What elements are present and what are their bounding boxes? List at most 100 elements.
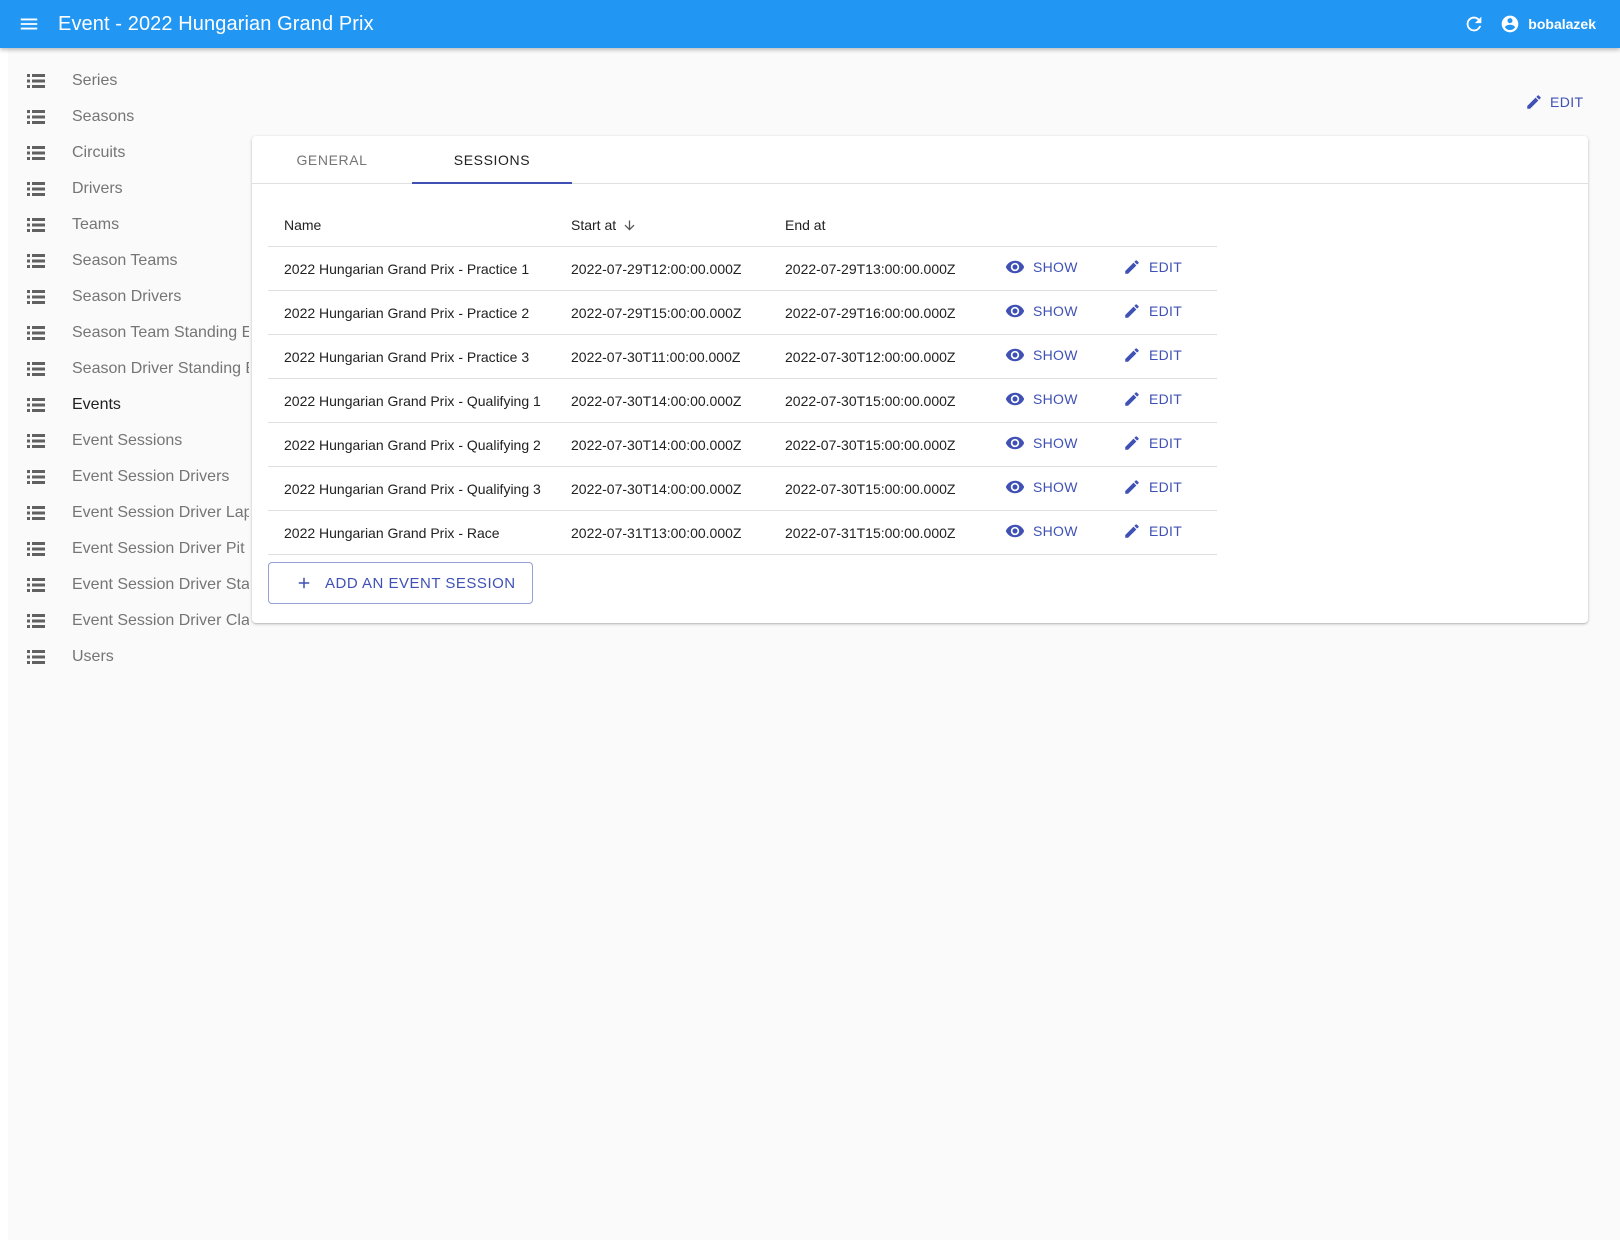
- sidebar-item-event-session-driver-pit-s[interactable]: Event Session Driver Pit S: [8, 531, 249, 567]
- header-end-at[interactable]: End at: [785, 217, 1005, 233]
- edit-label: EDIT: [1149, 259, 1183, 275]
- edit-button[interactable]: EDIT: [1123, 434, 1182, 452]
- list-icon: [8, 145, 72, 161]
- pencil-icon: [1125, 480, 1139, 494]
- sidebar-item-drivers[interactable]: Drivers: [8, 171, 249, 207]
- sidebar-item-season-drivers[interactable]: Season Drivers: [8, 279, 249, 315]
- event-card: GENERAL SESSIONS Name Start at End at 20…: [252, 136, 1588, 623]
- sidebar-item-seasons[interactable]: Seasons: [8, 99, 249, 135]
- show-button[interactable]: SHOW: [1005, 257, 1078, 277]
- show-label: SHOW: [1033, 259, 1078, 275]
- account-circle-icon: [1501, 15, 1519, 33]
- pencil-icon: [1125, 392, 1139, 406]
- sidebar-item-event-sessions[interactable]: Event Sessions: [8, 423, 249, 459]
- sidebar-item-circuits[interactable]: Circuits: [8, 135, 249, 171]
- list-icon: [8, 613, 72, 629]
- session-start: 2022-07-30T11:00:00.000Z: [571, 348, 741, 365]
- sidebar-item-events[interactable]: Events: [8, 387, 249, 423]
- sidebar-item-event-session-driver-lap[interactable]: Event Session Driver Lap: [8, 495, 249, 531]
- refresh-button[interactable]: [1460, 10, 1488, 38]
- header-name[interactable]: Name: [268, 217, 571, 233]
- session-start: 2022-07-30T14:00:00.000Z: [571, 392, 742, 409]
- sidebar-item-season-team-standing-e[interactable]: Season Team Standing E: [8, 315, 249, 351]
- eye-icon: [1005, 260, 1025, 274]
- sidebar-item-label: Events: [72, 396, 121, 413]
- session-start: 2022-07-29T12:00:00.000Z: [571, 260, 742, 277]
- edit-button[interactable]: EDIT: [1123, 390, 1182, 408]
- list-icon: [8, 649, 72, 665]
- pencil-icon: [1527, 95, 1541, 109]
- session-name: 2022 Hungarian Grand Prix - Practice 2: [284, 304, 530, 321]
- session-end: 2022-07-30T12:00:00.000Z: [785, 348, 956, 365]
- sidebar-item-label: Season Drivers: [72, 288, 182, 305]
- sidebar-item-label: Event Session Driver Lap: [72, 504, 249, 521]
- edit-button[interactable]: EDIT: [1123, 478, 1182, 496]
- list-icon: [8, 217, 72, 233]
- eye-icon: [1005, 392, 1025, 406]
- sidebar-item-event-session-driver-star[interactable]: Event Session Driver Star: [8, 567, 249, 603]
- tab-general[interactable]: GENERAL: [252, 136, 412, 184]
- eye-icon: [1005, 480, 1025, 494]
- sidebar-item-season-driver-standing-e[interactable]: Season Driver Standing E: [8, 351, 249, 387]
- show-label: SHOW: [1033, 479, 1078, 495]
- table-row[interactable]: 2022 Hungarian Grand Prix - Race 2022-07-…: [268, 511, 1217, 555]
- show-button[interactable]: SHOW: [1005, 521, 1078, 541]
- show-button[interactable]: SHOW: [1005, 345, 1078, 365]
- username: bobalazek: [1528, 16, 1596, 32]
- sidebar-item-label: Event Session Drivers: [72, 468, 230, 485]
- plus-icon: [298, 577, 310, 589]
- table-row[interactable]: 2022 Hungarian Grand Prix - Practice 2 20…: [268, 291, 1217, 335]
- show-button[interactable]: SHOW: [1005, 477, 1078, 497]
- list-icon: [8, 541, 72, 557]
- sidebar-item-series[interactable]: Series: [8, 63, 249, 99]
- show-label: SHOW: [1033, 347, 1078, 363]
- sidebar-item-event-session-driver-clas[interactable]: Event Session Driver Clas: [8, 603, 249, 639]
- session-name: 2022 Hungarian Grand Prix - Race: [284, 524, 500, 541]
- edit-button[interactable]: EDIT: [1123, 258, 1182, 276]
- edit-button[interactable]: EDIT: [1123, 522, 1182, 540]
- edit-label: EDIT: [1149, 303, 1183, 319]
- edit-label: EDIT: [1149, 523, 1183, 539]
- session-name: 2022 Hungarian Grand Prix - Practice 1: [284, 260, 530, 277]
- edit-event-button[interactable]: EDIT: [1525, 91, 1584, 113]
- session-name: 2022 Hungarian Grand Prix - Qualifying 1: [284, 392, 541, 409]
- sidebar-item-label: Event Session Driver Star: [72, 576, 249, 593]
- eye-icon: [1005, 436, 1025, 450]
- sidebar-item-teams[interactable]: Teams: [8, 207, 249, 243]
- table-row[interactable]: 2022 Hungarian Grand Prix - Practice 3 20…: [268, 335, 1217, 379]
- pencil-icon: [1125, 304, 1139, 318]
- table-row[interactable]: 2022 Hungarian Grand Prix - Qualifying 3…: [268, 467, 1217, 511]
- user-menu-button[interactable]: bobalazek: [1500, 14, 1596, 34]
- session-end: 2022-07-31T15:00:00.000Z: [785, 524, 956, 541]
- session-end: 2022-07-30T15:00:00.000Z: [785, 392, 956, 409]
- table-row[interactable]: 2022 Hungarian Grand Prix - Practice 1 20…: [268, 247, 1217, 291]
- tab-indicator: [412, 182, 572, 184]
- tab-sessions[interactable]: SESSIONS: [412, 136, 572, 184]
- sidebar-item-event-session-drivers[interactable]: Event Session Drivers: [8, 459, 249, 495]
- table-header: Name Start at End at: [268, 204, 1217, 247]
- edit-event-label: EDIT: [1550, 94, 1584, 110]
- show-label: SHOW: [1033, 303, 1078, 319]
- show-button[interactable]: SHOW: [1005, 301, 1078, 321]
- list-icon: [8, 469, 72, 485]
- add-event-session-button[interactable]: ADD AN EVENT SESSION: [268, 562, 533, 604]
- sidebar-item-label: Users: [72, 648, 114, 665]
- sidebar-item-label: Drivers: [72, 180, 123, 197]
- session-end: 2022-07-30T15:00:00.000Z: [785, 436, 956, 453]
- sidebar-item-label: Event Session Driver Clas: [72, 612, 249, 629]
- edit-button[interactable]: EDIT: [1123, 302, 1182, 320]
- menu-button[interactable]: [0, 0, 58, 48]
- header-start-at[interactable]: Start at: [571, 217, 785, 233]
- session-start: 2022-07-30T14:00:00.000Z: [571, 480, 742, 497]
- sidebar-item-users[interactable]: Users: [8, 639, 249, 675]
- table-row[interactable]: 2022 Hungarian Grand Prix - Qualifying 1…: [268, 379, 1217, 423]
- add-event-session-label: ADD AN EVENT SESSION: [325, 574, 516, 592]
- list-icon: [8, 361, 72, 377]
- list-icon: [8, 577, 72, 593]
- edit-button[interactable]: EDIT: [1123, 346, 1182, 364]
- table-row[interactable]: 2022 Hungarian Grand Prix - Qualifying 2…: [268, 423, 1217, 467]
- pencil-icon: [1125, 260, 1139, 274]
- sidebar-item-season-teams[interactable]: Season Teams: [8, 243, 249, 279]
- show-button[interactable]: SHOW: [1005, 433, 1078, 453]
- show-button[interactable]: SHOW: [1005, 389, 1078, 409]
